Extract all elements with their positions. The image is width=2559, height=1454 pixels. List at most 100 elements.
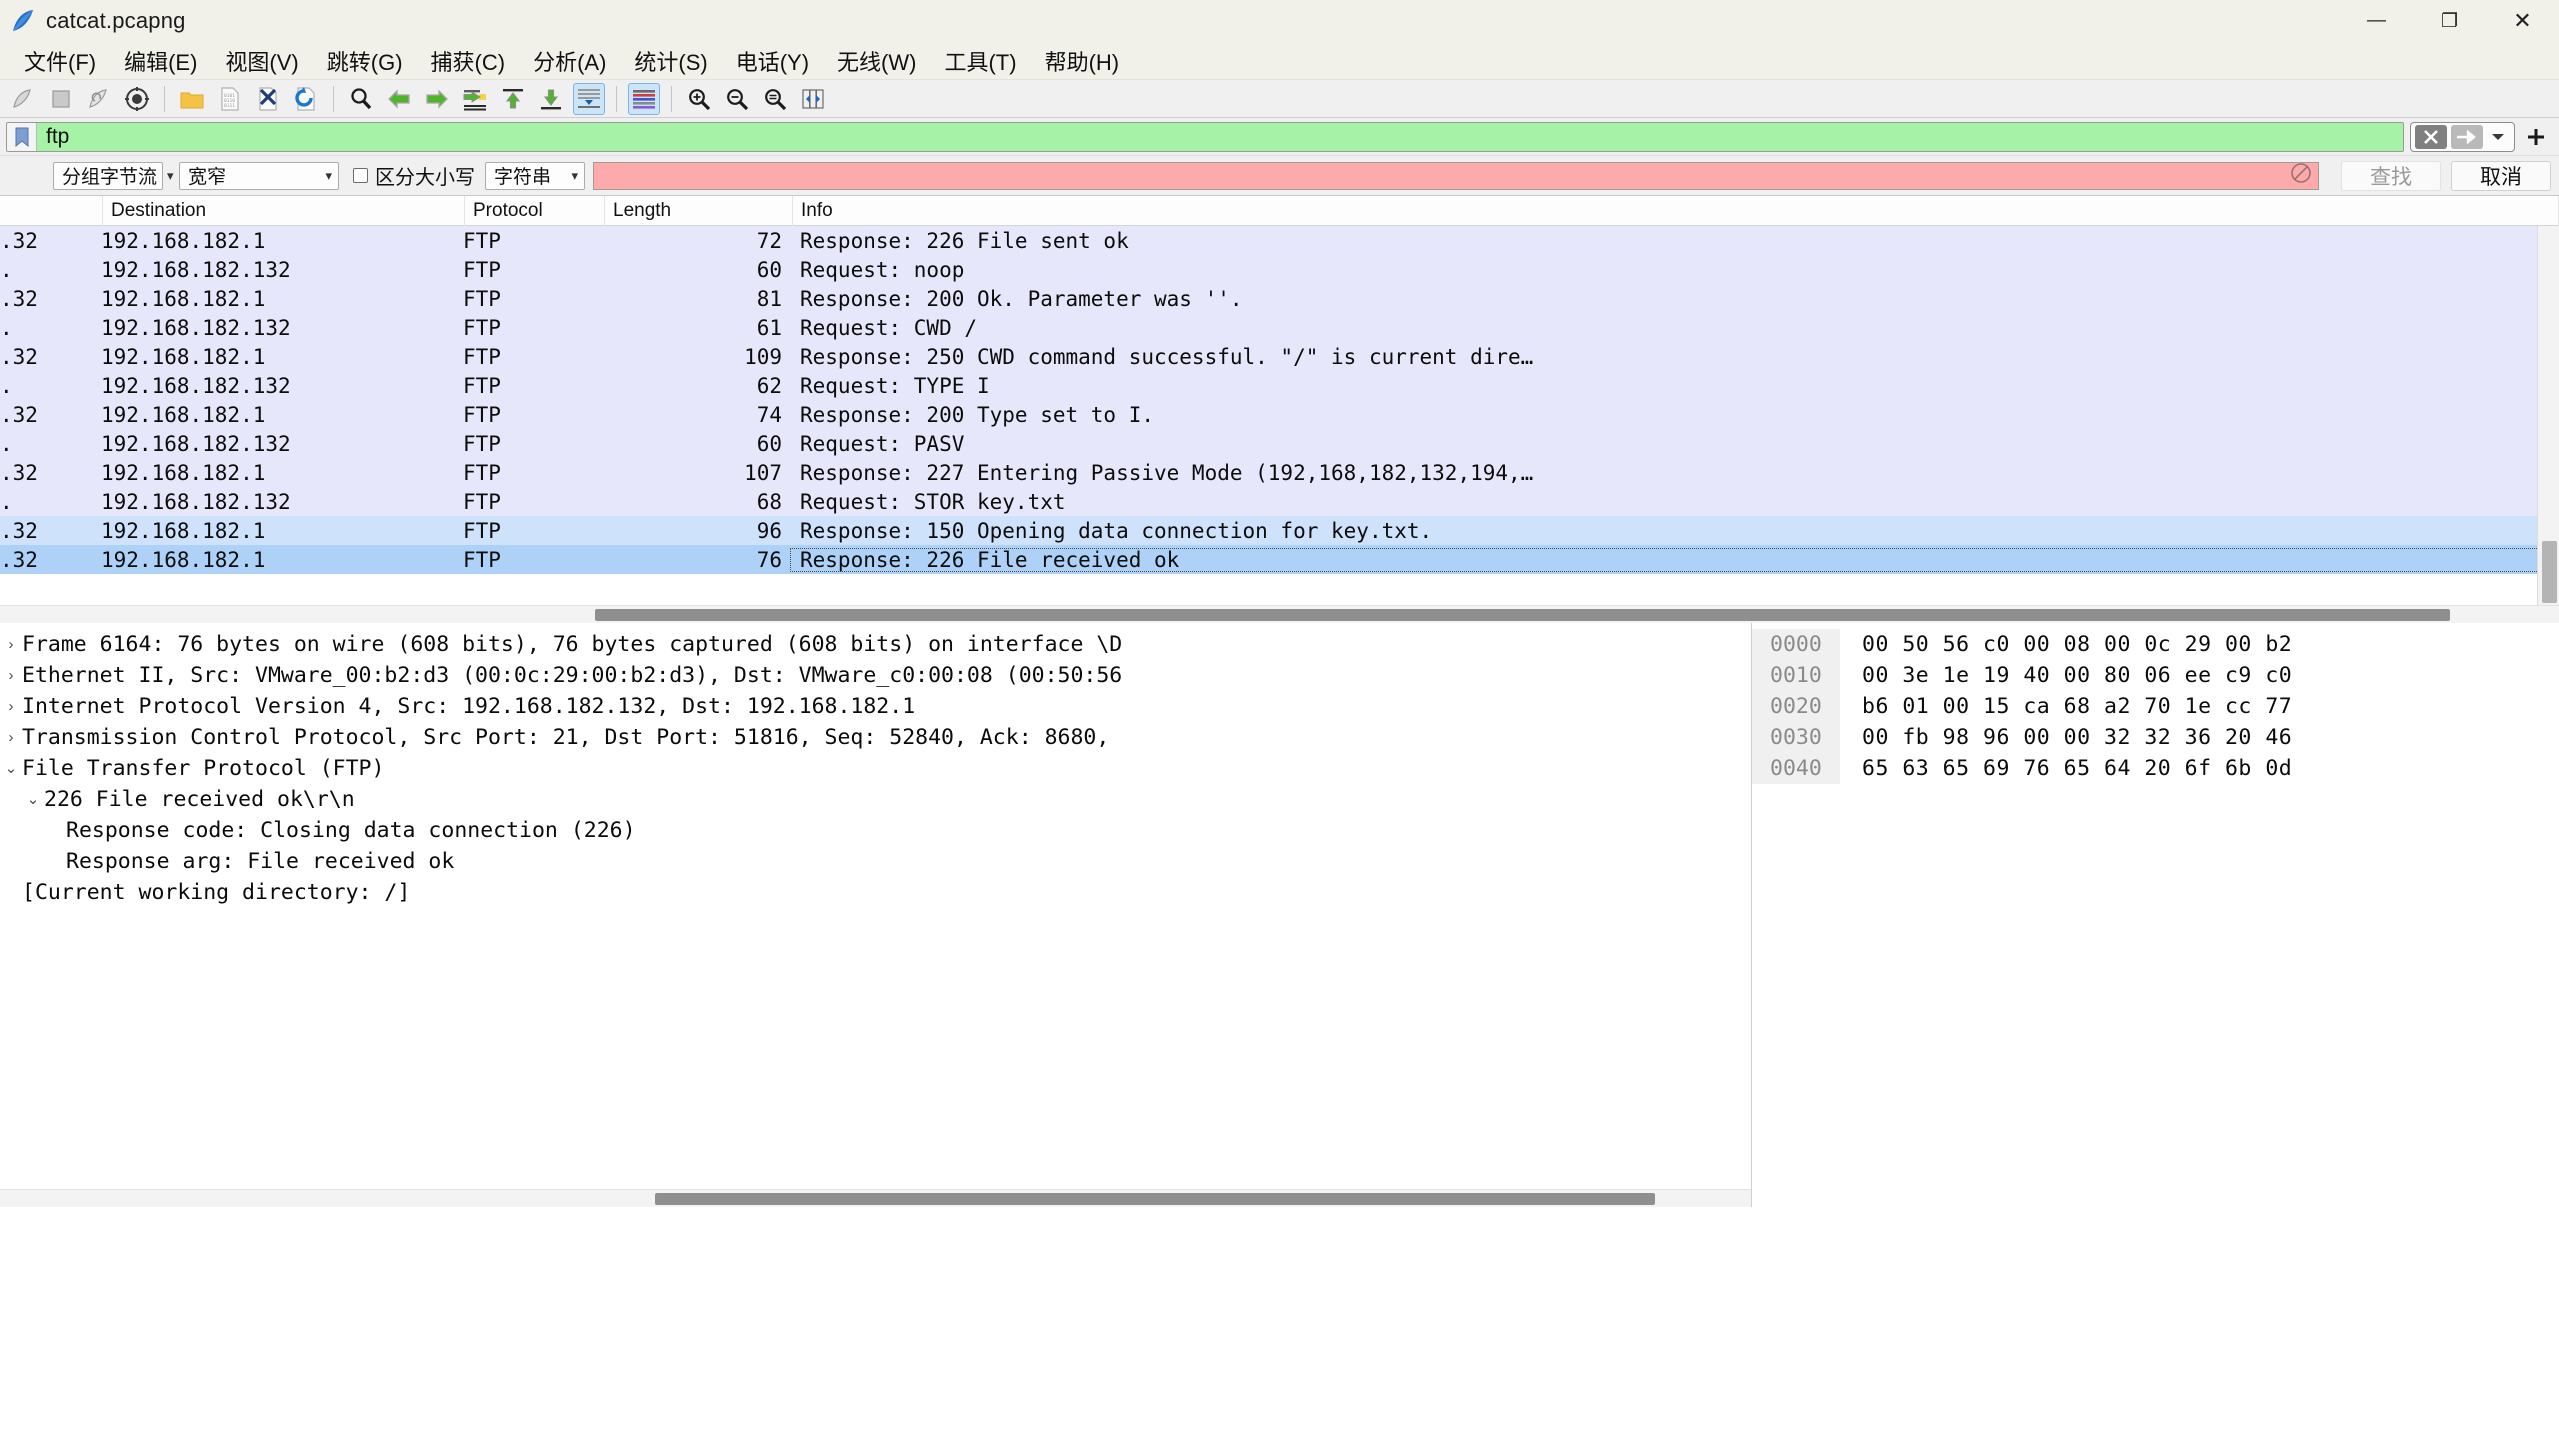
packet-detail-line[interactable]: [Current working directory: /] bbox=[0, 877, 1751, 908]
packet-list-row[interactable]: .192.168.182.132FTP60Request: PASV bbox=[0, 429, 2559, 458]
packet-list-row[interactable]: .32192.168.182.1FTP81Response: 200 Ok. P… bbox=[0, 284, 2559, 313]
menu-file[interactable]: 文件(F) bbox=[10, 43, 110, 79]
menu-edit[interactable]: 编辑(E) bbox=[110, 43, 211, 79]
restart-capture-icon[interactable] bbox=[83, 83, 115, 115]
packet-detail-horizontal-scrollbar[interactable] bbox=[0, 1189, 1751, 1207]
resize-columns-icon[interactable] bbox=[797, 83, 829, 115]
colorize-icon[interactable] bbox=[628, 83, 660, 115]
apply-filter-arrow-icon[interactable] bbox=[2451, 125, 2483, 149]
packet-list-row[interactable]: .192.168.182.132FTP60Request: noop bbox=[0, 255, 2559, 284]
column-header-source[interactable] bbox=[0, 196, 103, 226]
bookmark-icon[interactable] bbox=[7, 123, 37, 151]
packet-detail-line[interactable]: ⌄226 File received ok\r\n bbox=[0, 784, 1751, 815]
packet-bytes-line[interactable]: 003000 fb 98 96 00 00 32 32 36 20 46 bbox=[1752, 722, 2559, 753]
zoom-reset-icon[interactable] bbox=[759, 83, 791, 115]
save-file-icon[interactable]: 010101100111 bbox=[214, 83, 246, 115]
auto-scroll-icon[interactable] bbox=[573, 83, 605, 115]
scrollbar-thumb[interactable] bbox=[655, 1193, 1655, 1205]
packet-list-row[interactable]: .32192.168.182.1FTP107Response: 227 Ente… bbox=[0, 458, 2559, 487]
packet-list-row[interactable]: .32192.168.182.1FTP96Response: 150 Openi… bbox=[0, 516, 2559, 545]
zoom-in-icon[interactable] bbox=[683, 83, 715, 115]
find-type-select[interactable]: 字符串 ▾ bbox=[485, 162, 585, 190]
menu-help[interactable]: 帮助(H) bbox=[1031, 43, 1134, 79]
column-header-destination[interactable]: Destination bbox=[103, 196, 465, 226]
cancel-find-button[interactable]: 取消 bbox=[2451, 161, 2551, 191]
find-search-in-select[interactable]: 分组字节流 ▾ bbox=[53, 162, 163, 190]
close-button[interactable]: ✕ bbox=[2486, 0, 2559, 42]
packet-list-row[interactable]: .32192.168.182.1FTP72Response: 226 File … bbox=[0, 226, 2559, 255]
menu-wireless[interactable]: 无线(W) bbox=[823, 43, 930, 79]
menu-tools[interactable]: 工具(T) bbox=[930, 43, 1030, 79]
cell-protocol: FTP bbox=[460, 258, 600, 282]
expander-icon[interactable]: ⌄ bbox=[22, 784, 44, 815]
menu-go[interactable]: 跳转(G) bbox=[313, 43, 417, 79]
go-forward-icon[interactable] bbox=[421, 83, 453, 115]
expander-icon[interactable]: › bbox=[0, 722, 22, 753]
packet-list-row[interactable]: .32192.168.182.1FTP76Response: 226 File … bbox=[0, 545, 2559, 574]
packet-detail-line[interactable]: Response code: Closing data connection (… bbox=[0, 815, 1751, 846]
packet-list-row[interactable]: .32192.168.182.1FTP74Response: 200 Type … bbox=[0, 400, 2559, 429]
packet-bytes-pane[interactable]: 000000 50 56 c0 00 08 00 0c 29 00 b20010… bbox=[1752, 623, 2559, 1207]
find-input[interactable] bbox=[593, 162, 2319, 190]
packet-list[interactable]: Destination Protocol Length Info .32192.… bbox=[0, 196, 2559, 605]
column-header-protocol[interactable]: Protocol bbox=[465, 196, 605, 226]
scrollbar-thumb[interactable] bbox=[595, 609, 2450, 621]
packet-list-row[interactable]: .192.168.182.132FTP61Request: CWD / bbox=[0, 313, 2559, 342]
go-to-first-packet-icon[interactable] bbox=[497, 83, 529, 115]
column-header-info[interactable]: Info bbox=[793, 196, 2559, 226]
packet-detail-line[interactable]: ›Frame 6164: 76 bytes on wire (608 bits)… bbox=[0, 629, 1751, 660]
packet-list-row[interactable]: .32192.168.182.1FTP109Response: 250 CWD … bbox=[0, 342, 2559, 371]
maximize-button[interactable]: ❐ bbox=[2413, 0, 2486, 42]
cell-info: Request: noop bbox=[790, 258, 2559, 282]
display-filter-value[interactable]: ftp bbox=[37, 123, 2403, 151]
expander-icon[interactable]: ⌄ bbox=[0, 753, 22, 784]
packet-detail-line[interactable]: ›Ethernet II, Src: VMware_00:b2:d3 (00:0… bbox=[0, 660, 1751, 691]
display-filter-input[interactable]: ftp bbox=[6, 122, 2404, 152]
expander-icon[interactable]: › bbox=[0, 629, 22, 660]
stop-capture-icon[interactable] bbox=[45, 83, 77, 115]
packet-list-horizontal-scrollbar[interactable] bbox=[0, 605, 2559, 623]
packet-list-vertical-scrollbar[interactable] bbox=[2537, 226, 2559, 605]
go-to-last-packet-icon[interactable] bbox=[535, 83, 567, 115]
packet-detail-pane[interactable]: ›Frame 6164: 76 bytes on wire (608 bits)… bbox=[0, 623, 1752, 1207]
capture-options-icon[interactable] bbox=[121, 83, 153, 115]
packet-list-body[interactable]: .32192.168.182.1FTP72Response: 226 File … bbox=[0, 226, 2559, 574]
close-file-icon[interactable] bbox=[252, 83, 284, 115]
clear-filter-icon[interactable] bbox=[2415, 125, 2447, 149]
packet-list-row[interactable]: .192.168.182.132FTP62Request: TYPE I bbox=[0, 371, 2559, 400]
menu-capture[interactable]: 捕获(C) bbox=[417, 43, 520, 79]
expander-icon[interactable]: › bbox=[0, 660, 22, 691]
go-to-packet-icon[interactable] bbox=[459, 83, 491, 115]
go-back-icon[interactable] bbox=[383, 83, 415, 115]
packet-detail-line[interactable]: ⌄File Transfer Protocol (FTP) bbox=[0, 753, 1751, 784]
menu-analyze[interactable]: 分析(A) bbox=[519, 43, 620, 79]
reload-file-icon[interactable] bbox=[290, 83, 322, 115]
open-file-icon[interactable] bbox=[176, 83, 208, 115]
packet-list-row[interactable]: .192.168.182.132FTP68Request: STOR key.t… bbox=[0, 487, 2559, 516]
zoom-out-icon[interactable] bbox=[721, 83, 753, 115]
column-header-length[interactable]: Length bbox=[605, 196, 793, 226]
packet-detail-line[interactable]: ›Transmission Control Protocol, Src Port… bbox=[0, 722, 1751, 753]
find-packet-icon[interactable] bbox=[345, 83, 377, 115]
packet-bytes-line[interactable]: 004065 63 65 69 76 65 64 20 6f 6b 0d bbox=[1752, 753, 2559, 784]
cell-protocol: FTP bbox=[460, 316, 600, 340]
plus-icon[interactable] bbox=[2519, 122, 2553, 152]
menu-view[interactable]: 视图(V) bbox=[211, 43, 312, 79]
packet-detail-line[interactable]: Response arg: File received ok bbox=[0, 846, 1751, 877]
packet-bytes-line[interactable]: 0020b6 01 00 15 ca 68 a2 70 1e cc 77 bbox=[1752, 691, 2559, 722]
minimize-button[interactable]: — bbox=[2340, 0, 2413, 42]
menu-telephony[interactable]: 电话(Y) bbox=[722, 43, 823, 79]
packet-bytes-line[interactable]: 000000 50 56 c0 00 08 00 0c 29 00 b2 bbox=[1752, 629, 2559, 660]
menu-statistics[interactable]: 统计(S) bbox=[620, 43, 721, 79]
find-button[interactable]: 查找 bbox=[2341, 161, 2441, 191]
packet-detail-line[interactable]: ›Internet Protocol Version 4, Src: 192.1… bbox=[0, 691, 1751, 722]
expander-icon[interactable]: › bbox=[0, 691, 22, 722]
toolbar-separator bbox=[333, 86, 334, 112]
find-width-select[interactable]: 宽窄 ▾ bbox=[179, 162, 339, 190]
chevron-down-icon[interactable] bbox=[2485, 125, 2511, 149]
scrollbar-thumb[interactable] bbox=[2542, 541, 2557, 603]
case-sensitive-checkbox[interactable]: 区分大小写 bbox=[353, 161, 475, 190]
start-capture-icon[interactable] bbox=[7, 83, 39, 115]
checkbox-box[interactable] bbox=[353, 168, 368, 183]
packet-bytes-line[interactable]: 001000 3e 1e 19 40 00 80 06 ee c9 c0 bbox=[1752, 660, 2559, 691]
